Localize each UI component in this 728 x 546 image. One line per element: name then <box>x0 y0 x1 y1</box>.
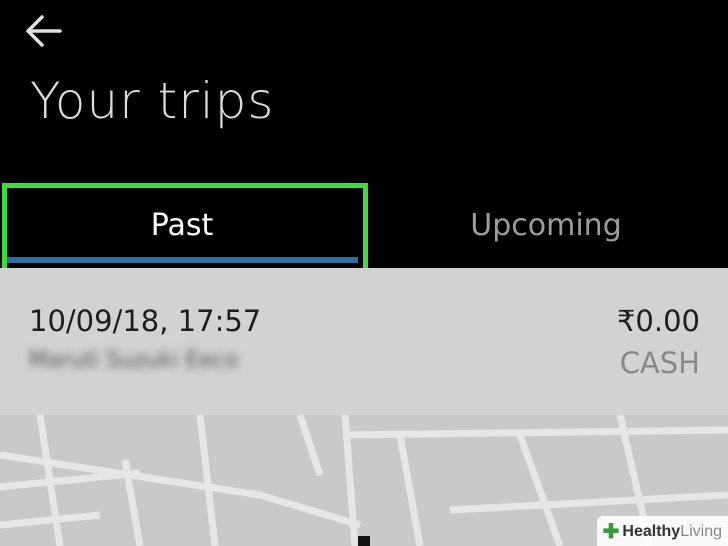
back-button[interactable] <box>24 12 64 50</box>
trip-map[interactable]: ✚ Healthy Living <box>0 415 728 546</box>
page-title: Your trips <box>30 72 275 130</box>
header: Your trips Past Upcoming <box>0 0 728 273</box>
trip-datetime: 10/09/18, 17:57 <box>29 304 262 338</box>
plus-icon: ✚ <box>602 521 620 543</box>
tab-upcoming-label: Upcoming <box>470 207 622 243</box>
watermark-suffix: Living <box>680 522 722 540</box>
trip-item[interactable]: 10/09/18, 17:57 Maruti Suzuki Eeco ₹0.00… <box>0 268 728 415</box>
watermark: ✚ Healthy Living <box>596 516 728 546</box>
highlight-box <box>2 183 368 273</box>
arrow-left-icon <box>26 15 62 47</box>
trip-fare: ₹0.00 <box>616 304 700 338</box>
trip-payment-method: CASH <box>619 346 700 380</box>
watermark-brand: Healthy <box>622 522 681 540</box>
trip-vehicle: Maruti Suzuki Eeco <box>29 348 239 373</box>
tab-upcoming[interactable]: Upcoming <box>364 186 728 264</box>
